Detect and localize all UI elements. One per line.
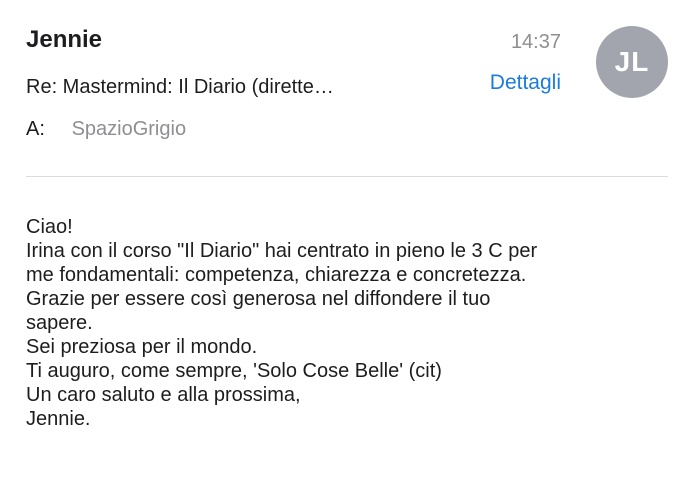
email-view: Jennie 14:37 JL Re: Mastermind: Il Diari… [0,0,686,500]
body-line: Un caro saluto e alla prossima, [26,384,301,406]
avatar-initials: JL [614,46,650,77]
body-line: Ti auguro, come sempre, 'Solo Cose Belle… [26,360,442,382]
body-line: sapere. [26,312,93,334]
received-time: 14:37 [510,31,561,53]
recipient-value[interactable]: SpazioGrigio [72,118,187,140]
recipient-label: A: [26,118,45,140]
body-line: me fondamentali: competenza, chiarezza e… [26,264,527,286]
email-subject: Re: Mastermind: Il Diario (dirette… [26,76,334,98]
recipient-row: A: SpazioGrigio [26,118,186,141]
details-link[interactable]: Dettagli [490,71,561,95]
body-line: Irina con il corso "Il Diario" hai centr… [26,240,538,262]
header-divider [26,176,668,177]
body-line: Grazie per essere così generosa nel diff… [26,288,491,310]
email-body: Ciao! Irina con il corso "Il Diario" hai… [26,215,666,431]
sender-name: Jennie [26,26,103,53]
body-line: Ciao! [26,216,73,238]
body-line: Jennie. [26,408,91,430]
body-line: Sei preziosa per il mondo. [26,336,258,358]
avatar[interactable]: JL [596,26,668,98]
